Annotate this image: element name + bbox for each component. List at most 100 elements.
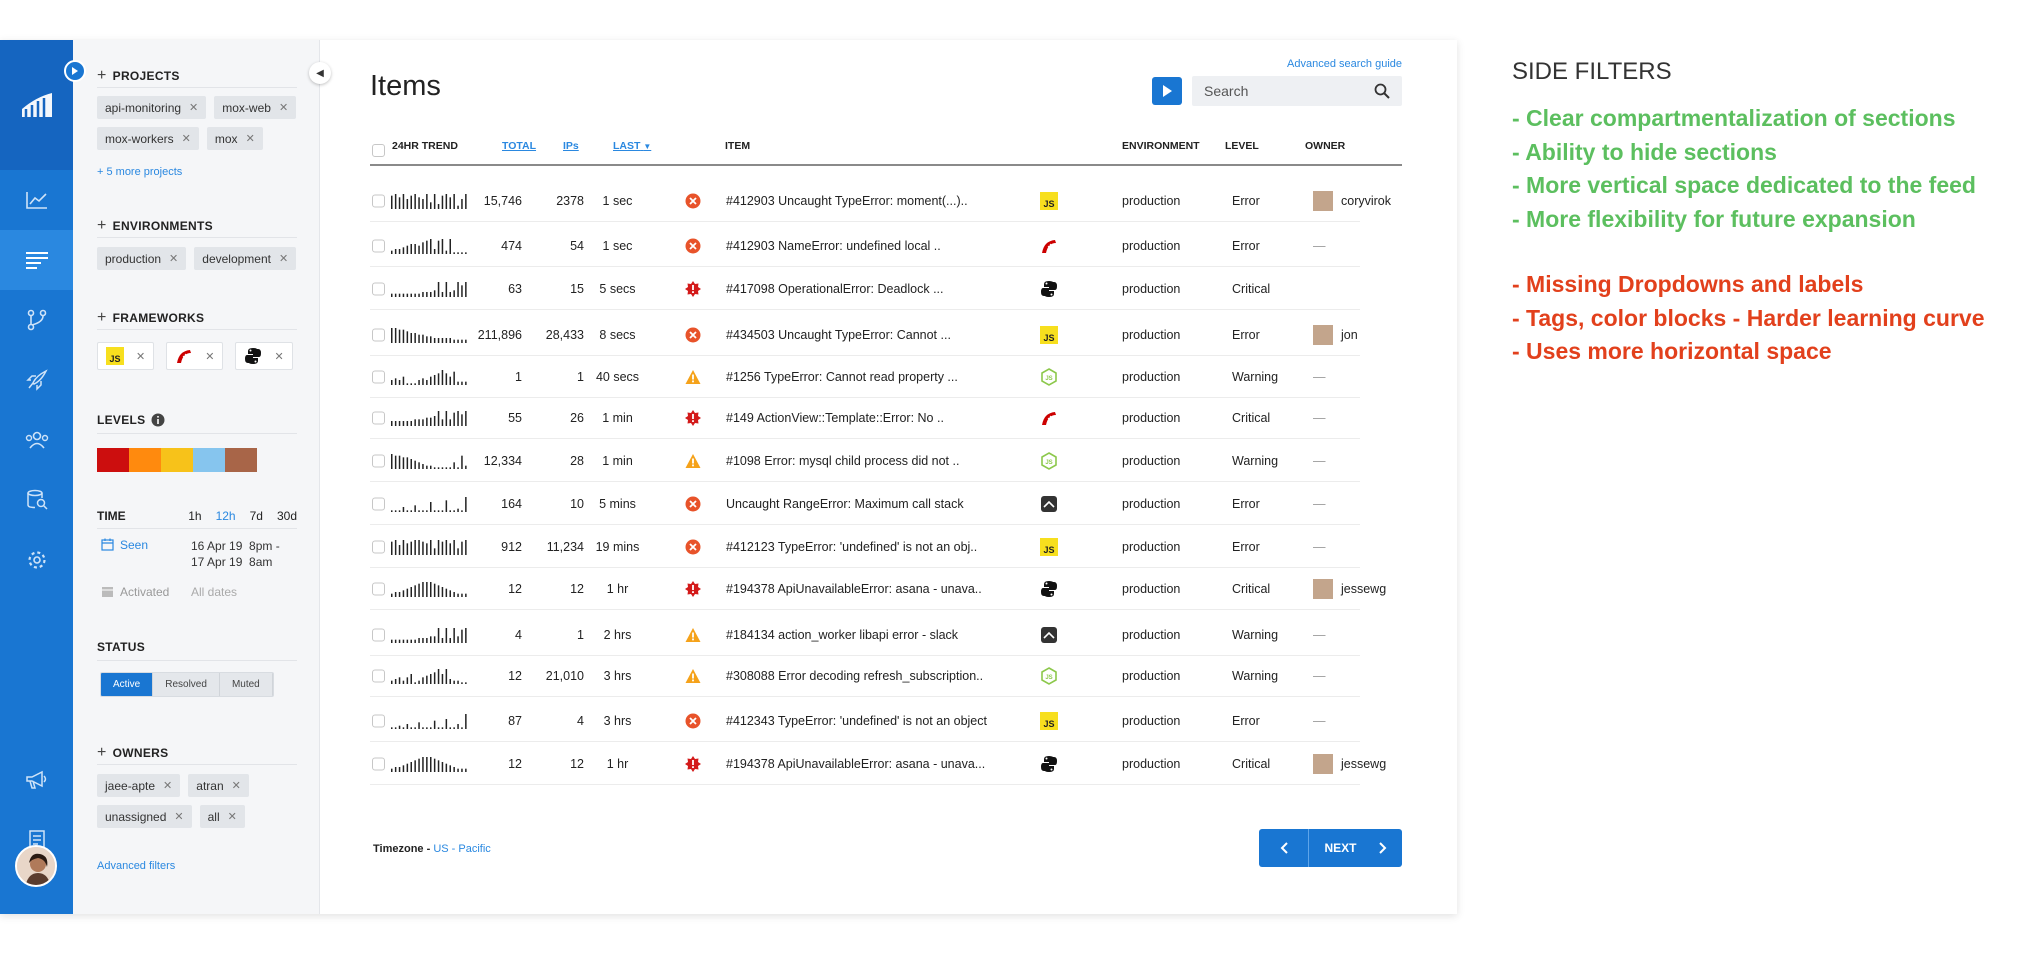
table-row[interactable]: 12 12 1 hr #194378 ApiUnavailableError: asa… [370, 568, 1386, 610]
environments-header[interactable]: + ENVIRONMENTS [97, 217, 213, 235]
advanced-search-guide-link[interactable]: Advanced search guide [1287, 58, 1402, 70]
item-title-link[interactable]: #412903 Uncaught TypeError: moment(...).… [726, 194, 1056, 208]
owner-cell[interactable]: — [1313, 669, 1326, 683]
item-title-link[interactable]: #434503 Uncaught TypeError: Cannot ... [726, 328, 1056, 342]
table-row[interactable]: 87 4 3 hrs #412343 TypeError: 'undefined' i… [370, 700, 1360, 742]
item-title-link[interactable]: #194378 ApiUnavailableError: asana - una… [726, 582, 1056, 596]
tag[interactable]: mox ✕ [206, 127, 263, 150]
owner-cell[interactable]: — [1313, 411, 1326, 425]
time-option-30d[interactable]: 30d [277, 509, 297, 523]
owner-cell[interactable]: jon [1313, 324, 1358, 345]
nav-announcements[interactable] [0, 750, 73, 810]
owner-cell[interactable]: — [1313, 454, 1326, 468]
next-page-button[interactable]: NEXT [1309, 829, 1402, 867]
tag[interactable]: all ✕ [199, 805, 245, 828]
search-input[interactable]: Search [1192, 76, 1402, 106]
item-title-link[interactable]: Uncaught RangeError: Maximum call stack [726, 497, 1056, 511]
table-row[interactable]: 12 12 1 hr #194378 ApiUnavailableError: asa… [370, 743, 1386, 785]
row-checkbox[interactable] [372, 497, 385, 510]
activated-filter[interactable]: Activated [101, 585, 169, 599]
row-checkbox[interactable] [372, 370, 385, 383]
owner-cell[interactable]: jessewg [1313, 753, 1386, 774]
info-icon[interactable] [151, 413, 165, 427]
owner-cell[interactable]: — [1313, 628, 1326, 642]
remove-tag-icon[interactable]: ✕ [246, 132, 255, 145]
nav-versions[interactable] [0, 290, 73, 350]
row-checkbox[interactable] [372, 282, 385, 295]
collapse-filters-button[interactable]: ◀ [309, 62, 331, 84]
owner-cell[interactable]: — [1313, 239, 1326, 253]
remove-tag-icon[interactable]: ✕ [189, 101, 198, 114]
row-checkbox[interactable] [372, 540, 385, 553]
nav-items[interactable] [0, 230, 73, 290]
nav-settings[interactable] [0, 530, 73, 590]
remove-tag-icon[interactable]: ✕ [136, 350, 145, 363]
time-option-12h[interactable]: 12h [216, 509, 236, 523]
status-active[interactable]: Active [101, 673, 154, 696]
status-muted[interactable]: Muted [219, 673, 273, 696]
remove-tag-icon[interactable]: ✕ [228, 810, 237, 823]
remove-tag-icon[interactable]: ✕ [232, 779, 241, 792]
nav-deploys[interactable] [0, 350, 73, 410]
projects-header[interactable]: + PROJECTS [97, 67, 180, 85]
column-last[interactable]: LAST ▼ [613, 140, 651, 152]
more-projects-link[interactable]: + 5 more projects [97, 166, 182, 178]
tag-rails[interactable]: ✕ [166, 342, 224, 370]
remove-tag-icon[interactable]: ✕ [274, 350, 283, 363]
tag[interactable]: api-monitoring ✕ [97, 96, 207, 119]
level-block-warning[interactable] [161, 448, 193, 472]
tag[interactable]: mox-web ✕ [214, 96, 297, 119]
seen-filter[interactable]: Seen [101, 538, 148, 552]
remove-tag-icon[interactable]: ✕ [205, 350, 214, 363]
select-all-checkbox[interactable] [372, 144, 385, 157]
row-checkbox[interactable] [372, 411, 385, 424]
row-checkbox[interactable] [372, 714, 385, 727]
owner-cell[interactable]: coryvirok [1313, 190, 1391, 211]
table-row[interactable]: 63 15 5 secs #417098 OperationalError: Dead… [370, 268, 1360, 310]
user-avatar[interactable] [15, 845, 57, 887]
table-row[interactable]: 164 10 5 mins Uncaught RangeError: Maximum … [370, 483, 1360, 525]
column-total[interactable]: TOTAL [502, 140, 536, 152]
owner-cell[interactable]: — [1313, 714, 1326, 728]
item-title-link[interactable]: #1256 TypeError: Cannot read property ..… [726, 370, 1056, 384]
activated-value[interactable]: All dates [191, 585, 237, 599]
table-row[interactable]: 912 11,234 19 mins #412123 TypeError: 'unde… [370, 526, 1360, 568]
advanced-filters-link[interactable]: Advanced filters [97, 860, 175, 872]
table-row[interactable]: 211,896 28,433 8 secs #434503 Uncaught Type… [370, 314, 1360, 356]
tag[interactable]: development ✕ [194, 247, 297, 270]
item-title-link[interactable]: #1098 Error: mysql child process did not… [726, 454, 1056, 468]
frameworks-header[interactable]: + FRAMEWORKS [97, 309, 204, 327]
remove-tag-icon[interactable]: ✕ [182, 132, 191, 145]
row-checkbox[interactable] [372, 328, 385, 341]
table-row[interactable]: 55 26 1 min #149 ActionView::Template::Erro… [370, 397, 1360, 439]
row-checkbox[interactable] [372, 628, 385, 641]
row-checkbox[interactable] [372, 757, 385, 770]
item-title-link[interactable]: #412903 NameError: undefined local .. [726, 239, 1056, 253]
level-block-info[interactable] [193, 448, 225, 472]
table-row[interactable]: 474 54 1 sec #412903 NameError: undefined l… [370, 225, 1360, 267]
seen-range[interactable]: 16 Apr 19 8pm - 17 Apr 19 8am [191, 538, 280, 570]
column-ips[interactable]: IPs [563, 140, 579, 152]
item-title-link[interactable]: #184134 action_worker libapi error - sla… [726, 628, 1056, 642]
table-row[interactable]: 12 21,010 3 hrs #308088 Error decoding refr… [370, 655, 1360, 697]
item-title-link[interactable]: #308088 Error decoding refresh_subscript… [726, 669, 1056, 683]
item-title-link[interactable]: #412343 TypeError: 'undefined' is not an… [726, 714, 1056, 728]
owner-cell[interactable]: — [1313, 370, 1326, 384]
tag[interactable]: jaee-apte ✕ [97, 774, 181, 797]
row-checkbox[interactable] [372, 454, 385, 467]
owner-cell[interactable]: — [1313, 540, 1326, 554]
prev-page-button[interactable] [1259, 829, 1309, 867]
item-title-link[interactable]: #417098 OperationalError: Deadlock ... [726, 282, 1056, 296]
level-block-debug[interactable] [225, 448, 257, 472]
levels-header[interactable]: LEVELS [97, 413, 165, 427]
row-checkbox[interactable] [372, 194, 385, 207]
table-row[interactable]: 4 1 2 hrs #184134 action_worker libapi erro… [370, 614, 1360, 656]
remove-tag-icon[interactable]: ✕ [279, 252, 288, 265]
owner-cell[interactable]: jessewg [1313, 578, 1386, 599]
item-title-link[interactable]: #194378 ApiUnavailableError: asana - una… [726, 757, 1056, 771]
row-checkbox[interactable] [372, 669, 385, 682]
table-row[interactable]: 1 1 40 secs #1256 TypeError: Cannot read pr… [370, 356, 1360, 398]
status-resolved[interactable]: Resolved [153, 673, 220, 696]
run-search-button[interactable] [1152, 77, 1182, 105]
search-icon[interactable] [1374, 83, 1390, 99]
